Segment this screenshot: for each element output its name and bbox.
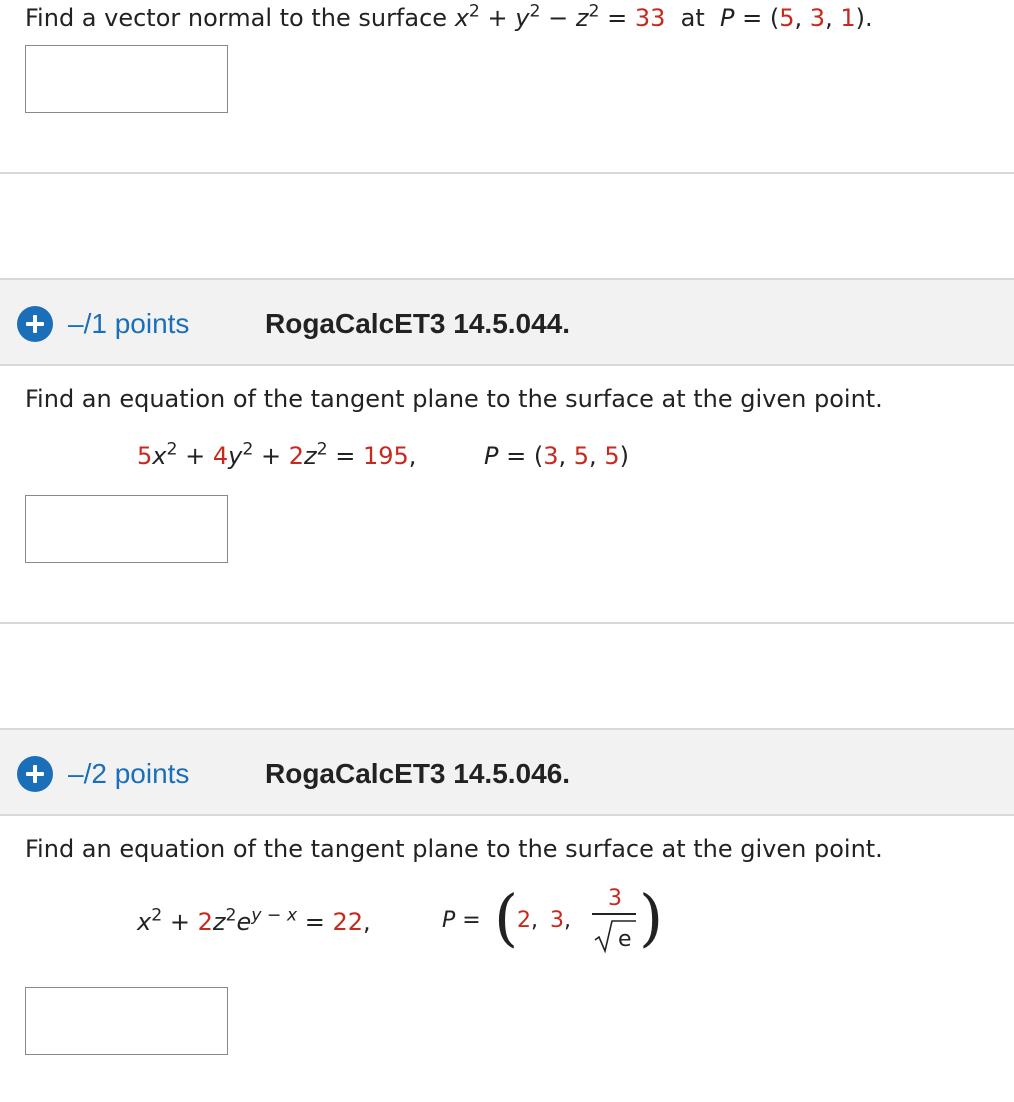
exp: 2: [166, 439, 178, 460]
at-word: at: [665, 4, 721, 32]
comma: ,: [363, 908, 371, 936]
question-header-1: –/1 points RogaCalcET3 14.5.044.: [0, 278, 1014, 366]
divider: [0, 622, 1014, 624]
point-close: ): [619, 442, 629, 470]
op: =: [455, 908, 481, 933]
fraction-denominator: e: [618, 927, 632, 952]
paren-close: ): [639, 881, 664, 954]
op: =: [327, 442, 363, 470]
answer-input-1[interactable]: [25, 495, 228, 563]
op: =: [297, 908, 333, 936]
exp: 2: [468, 1, 480, 22]
point-coord: 5: [604, 442, 620, 470]
sep: ,: [589, 442, 605, 470]
points-link[interactable]: –/1 points: [68, 308, 189, 340]
equation-2: x2 + 2z2ey − x = 22,: [137, 907, 371, 936]
question-id: RogaCalcET3 14.5.046.: [265, 758, 571, 789]
var-x: x: [454, 4, 469, 32]
sep: ,: [825, 4, 841, 32]
point-label: P: [442, 908, 456, 933]
exp: y − x: [251, 905, 298, 926]
sep: ,: [531, 908, 538, 933]
sep: ,: [558, 442, 574, 470]
op: −: [540, 4, 576, 32]
coef: 2: [197, 908, 213, 936]
op: = (: [498, 442, 544, 470]
op: +: [253, 442, 289, 470]
rhs-value: 22: [332, 908, 364, 936]
var-x: x: [152, 442, 167, 470]
rhs-value: 195: [362, 442, 409, 470]
point-coord: 3: [543, 442, 559, 470]
question-prompt-1: Find an equation of the tangent plane to…: [25, 385, 883, 413]
point-coord: 3: [809, 4, 826, 32]
var-y: y: [515, 4, 530, 32]
paren-open: (: [494, 881, 519, 954]
point-coord: 5: [573, 442, 590, 470]
question-header-2: –/2 points RogaCalcET3 14.5.046.: [0, 728, 1014, 816]
question-id: RogaCalcET3 14.5.044.: [265, 308, 571, 339]
exp: 2: [242, 439, 254, 460]
point-coord: 1: [840, 4, 856, 32]
exp: 2: [529, 1, 541, 22]
equation-1: 5x2 + 4y2 + 2z2 = 195,: [137, 441, 417, 470]
page: Find a vector normal to the surface x2 +…: [0, 0, 1014, 1102]
var-z: z: [212, 908, 226, 936]
points-link[interactable]: –/2 points: [68, 758, 189, 790]
var-z: z: [575, 4, 589, 32]
point-close: ).: [855, 4, 873, 32]
plus-circle-icon[interactable]: [17, 306, 53, 342]
fraction-numerator: 3: [608, 886, 622, 911]
exp: 2: [316, 439, 328, 460]
question-prompt-2: Find an equation of the tangent plane to…: [25, 835, 883, 863]
op: +: [479, 4, 516, 32]
var-x: x: [137, 908, 152, 936]
point-coord: 5: [779, 4, 795, 32]
sep: ,: [794, 4, 810, 32]
sep: ,: [564, 908, 571, 933]
var-z: z: [304, 442, 317, 470]
prompt-text: Find a vector normal to the surface: [25, 4, 455, 32]
op: =: [599, 4, 635, 32]
plus-circle-icon[interactable]: [17, 756, 53, 792]
coef: 2: [288, 442, 304, 470]
question-prompt-0: Find a vector normal to the surface x2 +…: [25, 3, 873, 32]
point-coords: 3,: [550, 910, 571, 932]
exp: 2: [151, 905, 163, 926]
divider: [0, 172, 1014, 174]
answer-input-0[interactable]: [25, 45, 228, 113]
coef: 5: [137, 442, 153, 470]
op: +: [162, 908, 198, 936]
fraction-bar: [592, 913, 636, 915]
coef: 4: [212, 442, 229, 470]
exp: 2: [588, 1, 600, 22]
exp: 2: [225, 905, 237, 926]
var-y: y: [228, 442, 243, 470]
point-label: P: [720, 4, 735, 32]
rhs-value: 33: [634, 4, 666, 32]
op: = (: [734, 4, 780, 32]
comma: ,: [408, 442, 417, 470]
op: +: [177, 442, 213, 470]
answer-input-2[interactable]: [25, 987, 228, 1055]
point-coords: 2,: [517, 910, 538, 932]
point-coord: 3: [550, 908, 564, 933]
point-coord: 2: [517, 908, 531, 933]
point-label: P: [484, 442, 499, 470]
exp-base-e: e: [236, 908, 252, 936]
point-1: P = (3, 5, 5): [484, 444, 629, 468]
point-label-group: P =: [442, 910, 481, 932]
